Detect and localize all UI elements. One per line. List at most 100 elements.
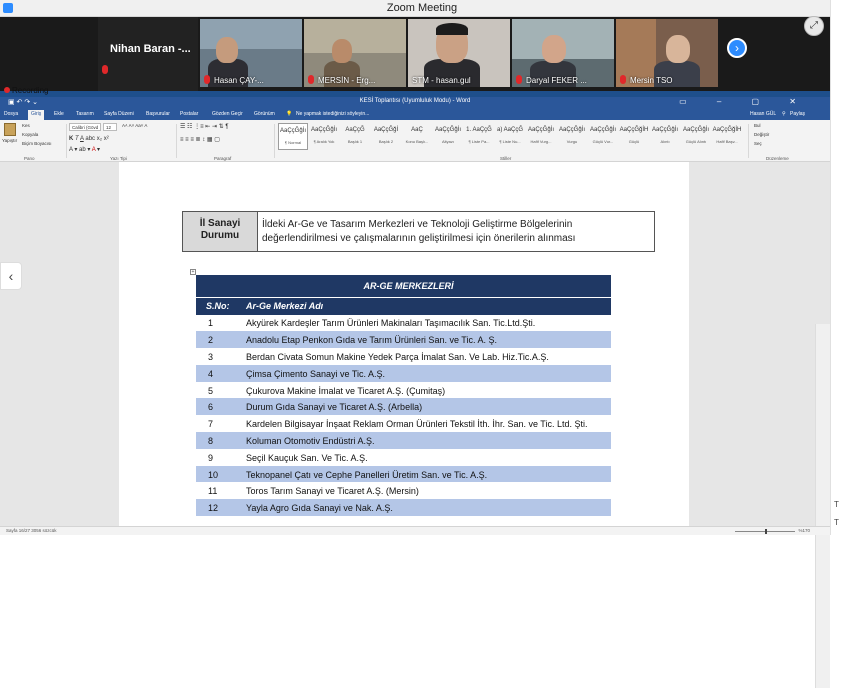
style-item[interactable]: AaÇçĞğİH Hafif Başv... (712, 123, 742, 150)
row-center-name: Toros Tarım Sanayi ve Ticaret A.Ş. (Mers… (236, 482, 611, 501)
cut-button[interactable]: Kes (22, 123, 30, 128)
collapse-panel-icon[interactable]: ‹ (0, 262, 22, 290)
style-item[interactable]: AaÇçĞğİı Alıntı (650, 123, 680, 150)
style-item[interactable]: AaÇçĞğİı Güçlü Alıntı (681, 123, 711, 150)
paste-icon[interactable] (4, 123, 16, 136)
style-sample: AaÇçĞ (345, 127, 365, 133)
participant-tile[interactable]: Daryal FEKER ... (512, 19, 614, 87)
style-name: Güçlü Alıntı (685, 139, 707, 144)
tab-view[interactable]: Görünüm (254, 111, 275, 117)
style-name: Güçlü Vur... (592, 139, 614, 144)
share-button[interactable]: Paylaş (790, 111, 805, 117)
style-item[interactable]: AaÇçĞğİı ¶ Aralık Yok (309, 123, 339, 150)
recording-label: Recording (12, 86, 49, 95)
zoom-level[interactable]: %170 (798, 528, 810, 533)
style-item[interactable]: a) AaÇçĞ ¶ Liste Nu... (495, 123, 525, 150)
row-number: 2 (196, 331, 236, 350)
font-size-icons[interactable]: A˄ A˅ Aa˅ A (122, 123, 147, 128)
style-item[interactable]: AaÇçĞğİı Hafif Vurg... (526, 123, 556, 150)
style-item[interactable]: AaÇçĞğİı Güçlü Vur... (588, 123, 618, 150)
row-number: 8 (196, 432, 236, 450)
tab-review[interactable]: Gözden Geçir (212, 111, 243, 117)
tab-mailings[interactable]: Postalar (180, 111, 198, 117)
row-center-name: Akyürek Kardeşler Tarım Ürünleri Makinal… (236, 315, 611, 333)
style-name: Hafif Vurg... (530, 139, 552, 144)
row-center-name: Çukurova Makine İmalat ve Ticaret A.Ş. (… (236, 382, 611, 400)
table-row: 10 Teknopanel Çatı ve Cephe Panelleri Üre… (196, 466, 611, 484)
style-item[interactable]: AaÇçĞğİı Vurgu (557, 123, 587, 150)
style-sample: AaÇçĞğİH (712, 127, 742, 133)
style-sample: AaÇçĞğİı (279, 128, 306, 134)
muted-mic-icon (102, 65, 108, 74)
select-button[interactable]: Seç (754, 141, 762, 146)
table-row: 4 Çimsa Çimento Sanayi ve Tic. A.Ş. (196, 365, 611, 383)
font-size-select[interactable]: 12 (103, 123, 117, 131)
row-center-name: Seçil Kauçuk San. Ve Tic. A.Ş. (236, 449, 611, 467)
align-icons[interactable]: ≡ ≡ ≡ ≣ ↕ ▦ ▢ (180, 136, 220, 143)
style-item[interactable]: AaÇçĞğİı Altyazı (433, 123, 463, 150)
tab-home[interactable]: Giriş (28, 110, 45, 120)
row-number: 7 (196, 415, 236, 434)
gallery-next-icon[interactable]: › (727, 38, 747, 58)
style-sample: AaÇçĞğİH (619, 127, 649, 133)
style-sample: 1. AaÇçĞ (466, 127, 492, 133)
participant-tile[interactable]: Hasan ÇAY-... (200, 19, 302, 87)
font-format-icons[interactable]: K T A abc x₂ x² (69, 136, 109, 142)
participant-tile[interactable]: MERSİN - Erg... (304, 19, 406, 87)
ribbon: Yapıştır Kes Kopyala Biçim Boyacısı Pano… (0, 120, 830, 162)
paste-button[interactable]: Yapıştır (2, 138, 17, 143)
zoom-window-title: Zoom Meeting (386, 2, 458, 14)
participant-tile[interactable]: STM - hasan.gul (408, 19, 510, 87)
table-row: 5 Çukurova Makine İmalat ve Ticaret A.Ş. … (196, 382, 611, 400)
tab-references[interactable]: Başvurular (146, 111, 170, 117)
vertical-scrollbar[interactable] (815, 324, 830, 688)
share-icon[interactable]: ⚲ (782, 111, 786, 117)
user-name[interactable]: Hasan GÜL (750, 111, 776, 117)
table-row: 1 Akyürek Kardeşler Tarım Ürünleri Makina… (196, 315, 611, 333)
tell-me-icon[interactable]: 💡 (286, 111, 292, 117)
style-sample: AaÇçĞğİı (310, 127, 337, 133)
window-controls[interactable]: ▭ – ▢ ✕ (679, 97, 810, 106)
table-row: 8 Koluman Otomotiv Endüstri A.Ş. (196, 432, 611, 450)
copy-button[interactable]: Kopyala (22, 132, 38, 137)
font-name-select[interactable]: Calibri (Gövd (69, 123, 101, 131)
style-name: Güçlü (628, 139, 640, 144)
font-color-icons[interactable]: A ▾ ab ▾ A ▾ (69, 146, 100, 153)
participant-name: MERSİN - Erg... (318, 76, 376, 85)
style-item[interactable]: AaÇçĞğİH Güçlü (619, 123, 649, 150)
editing-group-label: Düzenleme (766, 156, 789, 161)
group-divider (176, 124, 177, 158)
style-sample: a) AaÇçĞ (496, 127, 523, 133)
right-edge-panel: T T (830, 0, 844, 535)
tab-file[interactable]: Dosya (4, 111, 18, 117)
list-icons[interactable]: ☰ ☷ ⋮≡ ⇤ ⇥ ⇅ ¶ (180, 123, 229, 130)
style-sample: AaÇ (411, 127, 423, 133)
muted-mic-icon (204, 75, 210, 84)
participant-tile[interactable]: Mersin TSO (616, 19, 718, 87)
zoom-slider-thumb[interactable] (765, 529, 767, 534)
row-number: 10 (196, 466, 236, 484)
participant-tile[interactable]: Nihan Baran -... (98, 17, 198, 91)
tab-insert[interactable]: Ekle (54, 111, 64, 117)
table-row: 11 Toros Tarım Sanayi ve Ticaret A.Ş. (Me… (196, 482, 611, 501)
row-center-name: Teknopanel Çatı ve Cephe Panelleri Üreti… (236, 466, 611, 484)
styles-group-label: Stiller (500, 156, 512, 161)
style-item[interactable]: AaÇ Konu Başlı... (402, 123, 432, 150)
table-row: 9 Seçil Kauçuk San. Ve Tic. A.Ş. (196, 449, 611, 467)
edge-marker: T (834, 518, 839, 527)
format-painter-button[interactable]: Biçim Boyacısı (22, 141, 52, 146)
replace-button[interactable]: Değiştir (754, 132, 769, 137)
fullscreen-toggle-icon[interactable]: ⤢ (804, 16, 824, 36)
participant-name: STM - hasan.gul (412, 76, 471, 85)
find-button[interactable]: Bul (754, 123, 761, 128)
style-item[interactable]: AaÇçĞğİ Başlık 2 (371, 123, 401, 150)
tab-design[interactable]: Tasarım (76, 111, 94, 117)
style-item[interactable]: 1. AaÇçĞ ¶ Liste Pa... (464, 123, 494, 150)
style-item[interactable]: AaÇçĞğİı ¶ Normal (278, 123, 308, 150)
row-number: 11 (196, 482, 236, 501)
status-bar: Sayfa 16/27 3056 sözcük %170 (0, 526, 830, 535)
style-name: Konu Başlı... (405, 139, 429, 144)
style-item[interactable]: AaÇçĞ Başlık 1 (340, 123, 370, 150)
tab-layout[interactable]: Sayfa Düzeni (104, 111, 134, 117)
tell-me-input[interactable]: Ne yapmak istediğinizi söyleyin... (296, 111, 369, 117)
